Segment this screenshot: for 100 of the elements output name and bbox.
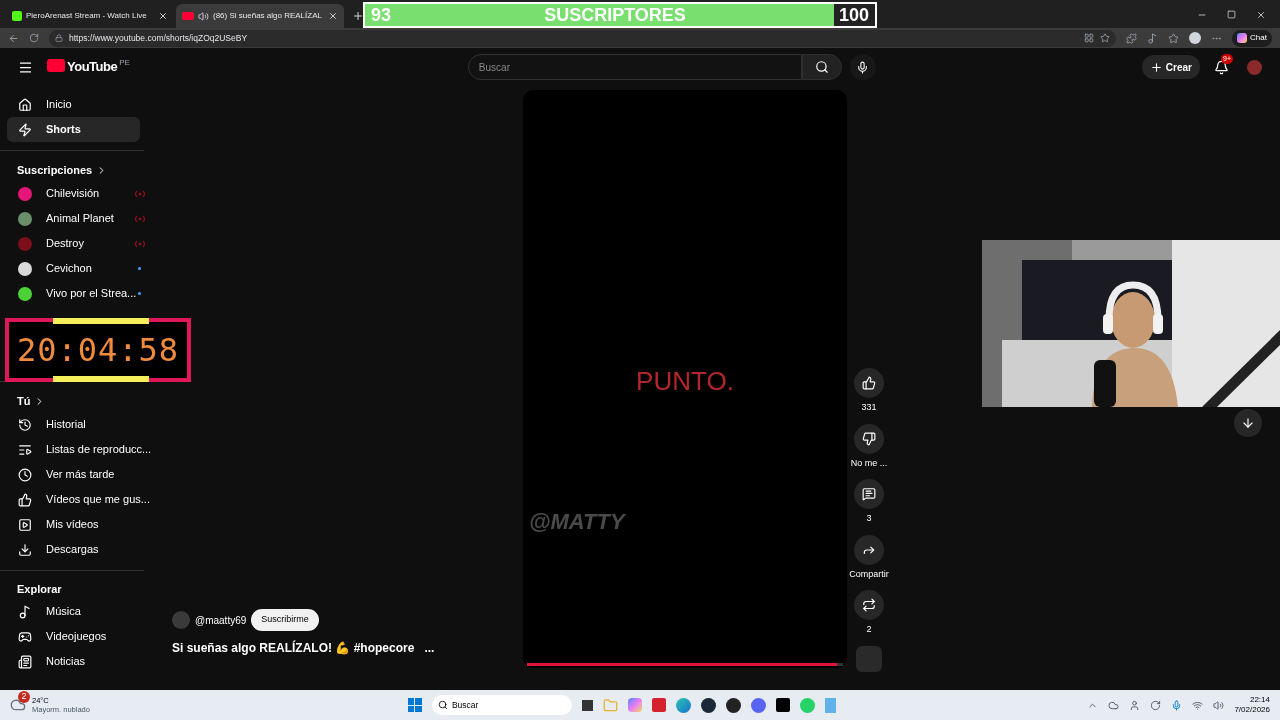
create-button[interactable]: Crear [1141,55,1200,79]
more-link[interactable]: ... [424,639,435,657]
sidebar-item[interactable]: Inicio [7,92,140,117]
chat-button[interactable]: Chat [1232,29,1272,47]
notifications-icon[interactable] [1214,59,1229,75]
subscription-item[interactable]: Destroy [0,231,147,256]
voice-search-button[interactable] [849,54,876,80]
close-icon[interactable] [158,11,168,21]
sidebar-item[interactable]: Ver más tarde [0,462,147,487]
sidebar-item[interactable]: Shorts [7,117,140,142]
microphone-icon[interactable] [1171,699,1183,711]
sidebar-item[interactable]: Noticias [0,649,147,674]
microphone-icon [856,60,870,74]
browser-tab[interactable]: (86) Si sueñas algo REALÍZAL [176,4,344,28]
search-field[interactable]: Buscar [467,54,802,80]
user-icon[interactable] [1129,699,1141,711]
share-button[interactable] [854,534,884,565]
video-watermark: @MATTY [529,508,625,536]
profile-icon[interactable] [1189,32,1202,44]
playlist-icon [18,442,32,457]
goal-target: 100 [838,3,869,27]
sidebar-item[interactable]: Música [0,599,147,624]
app-icon[interactable] [775,698,790,712]
sidebar-item[interactable]: Historial [0,412,147,437]
country-code: PE [119,57,130,70]
menu-icon[interactable] [18,59,33,75]
remix-icon [862,598,876,612]
volume-icon[interactable] [1213,699,1225,711]
lock-icon [55,34,63,42]
url-field[interactable]: https://www.youtube.com/shorts/iqZOq2USeBY [49,29,1117,47]
dislike-button[interactable] [854,423,884,454]
comments-button[interactable] [854,479,884,509]
play-icon [18,517,32,532]
weather-badge: 2 [18,691,30,703]
favorites-icon[interactable] [1168,32,1180,44]
tab-title: PieroArenast Stream - Watch Live [26,10,148,22]
subscription-item[interactable]: Animal Planet [0,206,147,231]
tab-favicon-icon [12,11,22,21]
back-icon[interactable] [8,32,19,44]
favorite-icon[interactable] [1100,33,1111,43]
taskbar-search-field[interactable]: Buscar [431,695,572,715]
section-title[interactable]: Tú [0,390,147,412]
weather-icon[interactable] [10,697,26,713]
plus-icon [1149,60,1163,74]
subscription-item[interactable]: Vivo por el Strea... [0,281,147,306]
next-button[interactable] [1234,409,1262,437]
action-label: 2 [866,623,872,636]
account-avatar[interactable] [1247,59,1262,75]
clock-time: 22:14 [1249,695,1270,705]
media-icon[interactable] [1147,32,1159,44]
search-icon [437,700,448,710]
browser-tab[interactable]: PieroArenast Stream - Watch Live [6,4,174,28]
search-icon [814,60,829,74]
tab-favicon-icon [182,12,194,20]
network-icon[interactable] [1192,699,1204,711]
thumbs-up-icon [862,376,876,390]
video-text: PUNTO. [636,365,734,398]
sidebar-item[interactable]: Mis vídeos [0,512,147,537]
close-window-icon[interactable] [1256,10,1266,20]
new-tab-icon[interactable] [352,10,364,22]
sidebar-item[interactable]: Descargas [0,537,147,562]
task-view-icon[interactable] [581,699,593,711]
tab-title: (86) Si sueñas algo REALÍZAL [213,10,323,22]
download-icon [18,542,32,557]
subscription-item[interactable]: Chilevisión [0,181,147,206]
timer-text: 20:04:58 [16,330,180,371]
sidebar-item[interactable]: Vídeos que me gus... [0,487,147,512]
subscribe-button[interactable]: Suscribirme [251,609,319,631]
thumbs-down-icon [862,431,876,446]
goal-label: SUSCRIPTORES [544,3,686,27]
reload-icon[interactable] [29,33,39,43]
maximize-icon[interactable] [1227,10,1236,19]
onedrive-icon[interactable] [1108,699,1120,711]
sync-icon[interactable] [1150,699,1162,711]
action-label: Compartir [849,567,889,581]
youtube-logo-icon [47,59,65,73]
sidebar-item[interactable]: Videojuegos [0,624,147,649]
clock-date: 7/02/2026 [1234,705,1270,715]
subscription-item[interactable]: Cevichon [0,256,147,281]
section-title: Explorar [16,581,63,597]
action-label: 331 [861,401,877,414]
speaker-icon [198,10,209,22]
arrow-down-icon [1241,416,1255,430]
logo-text: YouTube [67,58,118,77]
shorts-icon [18,122,32,137]
apps-icon[interactable] [1084,33,1095,43]
windows-start-icon[interactable] [407,698,422,712]
clock-icon [18,467,32,482]
home-icon [18,97,32,112]
like-button[interactable] [854,368,884,398]
comment-icon [862,487,876,501]
search-button[interactable] [801,54,842,80]
section-title[interactable]: Suscripciones [0,159,147,181]
close-icon[interactable] [328,11,338,21]
extensions-icon[interactable] [1126,32,1138,44]
music-note-icon [18,604,32,619]
goal-current: 93 [371,3,392,27]
action-label: No me ... [850,456,888,470]
channel-name[interactable]: @maatty69 [195,612,247,628]
remix-button[interactable] [854,590,884,620]
